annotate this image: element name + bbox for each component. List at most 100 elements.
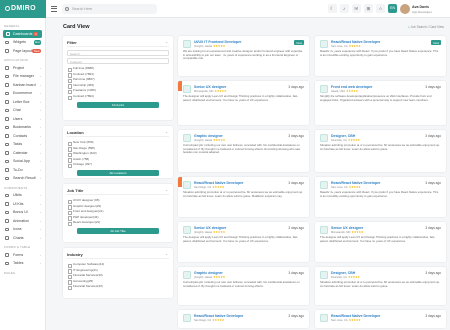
job-card[interactable]: React/React Native Developer Sam Jose, CA… <box>315 310 446 328</box>
posted-time: 3 days ago <box>288 85 304 89</box>
sidebar-item[interactable]: Kanban board › <box>0 81 45 90</box>
chevron-down-icon[interactable]: ⌄ <box>165 40 168 44</box>
cart-icon[interactable]: ⊞ <box>363 4 373 13</box>
chevron-right-icon: › <box>40 218 41 223</box>
sidebar-item[interactable]: Bookmarks › <box>0 123 45 132</box>
filter-checkbox[interactable]: Contract (7894) <box>67 94 169 100</box>
filter-button[interactable]: All Job Title <box>77 227 159 235</box>
filter-checkbox[interactable]: React developer(21) <box>67 220 169 226</box>
job-card[interactable]: React/React Native Developer San Diego, C… <box>178 177 309 217</box>
chevron-right-icon: › <box>40 125 41 129</box>
chevron-right-icon: › <box>40 193 41 197</box>
job-location: Sam Jose, CA★★★★★ <box>331 185 361 189</box>
sidebar-item[interactable]: Bonus Ui › <box>0 208 45 217</box>
sidebar-item[interactable]: Page layout New <box>0 47 45 56</box>
sidebar-item[interactable]: Tasks › <box>0 140 45 149</box>
sidebar-section-title: FORMS & TABLE <box>4 245 31 249</box>
sidebar-item[interactable]: Tables › <box>0 259 45 268</box>
sidebar-item[interactable]: Letter Box › <box>0 98 45 107</box>
sidebar-item-label: Dashboards <box>13 31 33 36</box>
sidebar-item[interactable]: Ecommerce › <box>0 89 45 98</box>
sidebar-item[interactable]: Users › <box>0 115 45 124</box>
sidebar-item-label: Letter Box <box>13 99 30 104</box>
sidebar-item[interactable]: Charts › <box>0 234 45 243</box>
job-card[interactable]: Graphic designer (Insight), Hawai★★★★★ 3 d… <box>178 130 309 172</box>
bell-icon[interactable]: ♪ <box>339 4 349 13</box>
location-text: Sam Jose, CA <box>331 44 348 48</box>
rating-stars: ★★★★★ <box>213 229 225 234</box>
sidebar-item[interactable]: Chat › <box>0 106 45 115</box>
sidebar-item[interactable]: Uikits › <box>0 191 45 200</box>
chevron-down-icon[interactable]: ⌄ <box>165 188 168 192</box>
location-text: Hawai, USA <box>331 89 345 93</box>
company-logo <box>320 40 328 48</box>
job-card[interactable]: React/React Native Developer Sam Jose, CA… <box>315 177 446 217</box>
chevron-right-icon: › <box>40 167 41 172</box>
sidebar-item[interactable]: Search Result › <box>0 174 45 183</box>
job-card[interactable]: Designer, CBH Riverside, CA★★★★★ 3 days ag… <box>315 130 446 172</box>
main-content: Card View ⌂ Job Search / Card View Filte… <box>46 18 450 330</box>
user-role: App Developer <box>412 10 432 14</box>
sidebar-item[interactable]: File manager › <box>0 72 45 81</box>
message-icon[interactable]: ✉ <box>351 4 361 13</box>
job-card[interactable]: Senior UX designer Minneapolis, MN★★★★★ 3 … <box>315 222 446 262</box>
chevron-right-icon: › <box>40 82 41 87</box>
job-card[interactable]: Graphic designer (Insight), Hawai★★★★★ 3 d… <box>178 267 309 305</box>
filter-button[interactable]: All Locations <box>77 169 159 177</box>
job-card[interactable]: UI/UX IT Frontend Developer (Insight), Ha… <box>178 36 309 76</box>
user-profile[interactable]: Ava Davis App Developer <box>400 3 446 15</box>
job-description: Current/past job: including our own own … <box>183 280 300 288</box>
topbar-actions: ☾ ♪ ✉ ⊞ ☆ EN <box>326 4 397 14</box>
job-card[interactable]: React/React Native Developer Sam Jose, CA… <box>315 36 446 76</box>
chevron-down-icon[interactable]: ⌄ <box>165 252 168 256</box>
star-icon[interactable]: ☆ <box>376 4 385 13</box>
job-card[interactable]: Senior UX designer (Insight), Hawai★★★★★ 3… <box>178 222 309 262</box>
menu-icon <box>5 193 9 197</box>
company-logo <box>320 181 328 189</box>
sidebar-item[interactable]: Calendar › <box>0 149 45 158</box>
job-location: (Insight), Hawai★★★★★ <box>194 44 225 48</box>
sidebar-item-label: Social App <box>13 159 30 163</box>
chevron-right-icon: › <box>40 176 41 180</box>
chevron-right-icon: › <box>40 227 41 231</box>
sidebar-item[interactable]: To-Do › <box>0 166 45 175</box>
job-card[interactable]: Front end web developer Hawai, USA★★★★★ 3 … <box>315 81 446 125</box>
sidebar-item[interactable]: Animation › <box>0 217 45 226</box>
filter-button[interactable]: Find jobs <box>77 101 159 109</box>
filter-checkbox[interactable]: Chicago (497) <box>67 162 169 168</box>
menu-toggle-icon[interactable] <box>51 6 57 12</box>
category-dropdown[interactable]: Category <box>67 58 169 64</box>
sidebar-item[interactable]: Project › <box>0 64 45 73</box>
topbar: DMIRO Search Here ☾ ♪ ✉ ⊞ ☆ EN Ava Davis… <box>0 0 450 18</box>
moon-icon[interactable]: ☾ <box>327 4 337 13</box>
job-location: San Diego, CA★★★★★ <box>194 185 224 189</box>
sidebar-item[interactable]: Widgets Hot <box>0 38 45 47</box>
job-card[interactable]: React/React Native Developer San Diego, C… <box>178 310 309 328</box>
home-icon[interactable]: ⌂ <box>408 25 410 29</box>
rating-stars: ★★★★★ <box>347 137 360 142</box>
user-name: Ava Davis <box>412 5 430 9</box>
sidebar-item[interactable]: Icons › <box>0 225 45 234</box>
filter-checkbox[interactable]: Financial Services(33) <box>67 284 169 290</box>
filter-search-input[interactable]: Search.. <box>67 50 169 56</box>
sidebar-item[interactable]: Contacts › <box>0 132 45 141</box>
app-logo[interactable]: DMIRO <box>0 0 46 18</box>
menu-icon <box>5 202 9 206</box>
sidebar-item[interactable]: Forms › <box>0 251 45 260</box>
menu-icon <box>5 176 9 180</box>
language-selector[interactable]: EN <box>388 4 397 13</box>
search-input[interactable]: Search Here <box>62 4 157 14</box>
job-description: Maedis' 2+ years experience with React. … <box>320 190 439 198</box>
sidebar-item[interactable]: Dashboards 3 <box>3 29 42 38</box>
menu-icon <box>5 125 9 129</box>
chevron-down-icon[interactable]: ⌄ <box>165 130 168 134</box>
rating-stars: ★★★★★ <box>213 274 225 279</box>
location-text: Minneapolis, MN <box>194 89 214 93</box>
job-card[interactable]: Designer, CBH Riverside, CA★★★★★ 3 days ag… <box>315 267 446 305</box>
sidebar-item[interactable]: Ui Kits › <box>0 200 45 209</box>
sidebar-item[interactable]: Social App › <box>0 157 45 166</box>
job-location: Riverside, CA★★★★★ <box>331 275 360 279</box>
job-card[interactable]: Senior UX designer Minneapolis, MN★★★★★ 3 … <box>178 81 309 125</box>
job-description: Maedis' 2+ years experience with React. … <box>320 49 439 57</box>
job-location: Riverside, CA★★★★★ <box>331 138 360 142</box>
